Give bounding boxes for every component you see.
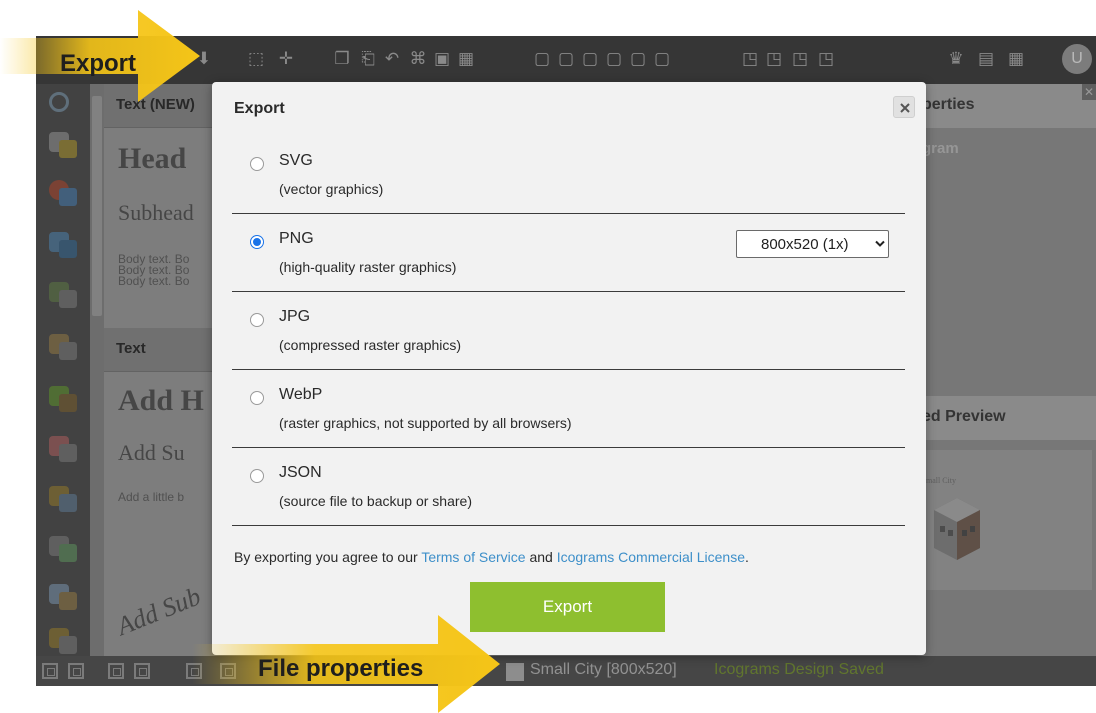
option-name: SVG <box>279 152 313 169</box>
option-description: (high-quality raster graphics) <box>279 259 457 275</box>
option-description: (source file to backup or share) <box>279 493 472 509</box>
size-select[interactable]: 800x520 (1x) <box>736 230 889 258</box>
chevron-down-icon <box>875 240 885 247</box>
export-dialog: Export SVG (vector graphics) PNG (high-q… <box>212 82 926 655</box>
export-button-label: Export <box>542 597 593 616</box>
agree-and: and <box>525 549 557 565</box>
option-name: JPG <box>279 308 311 325</box>
option-name: JSON <box>279 464 322 481</box>
option-name: PNG <box>279 230 314 247</box>
radio-jpg[interactable] <box>250 313 264 327</box>
export-option-json[interactable]: JSON (source file to backup or share) <box>232 448 905 526</box>
dialog-title: Export <box>234 100 285 117</box>
export-callout-label: Export <box>60 50 137 77</box>
agree-prefix: By exporting you agree to our <box>234 549 422 565</box>
radio-png[interactable] <box>250 235 264 249</box>
radio-webp[interactable] <box>250 391 264 405</box>
export-option-png[interactable]: PNG (high-quality raster graphics) 800x5… <box>232 214 905 292</box>
terms-of-service-link[interactable]: Terms of Service <box>421 549 525 565</box>
agree-suffix: . <box>745 549 749 565</box>
close-button[interactable] <box>893 96 915 118</box>
size-select-value: 800x520 (1x) <box>761 236 849 253</box>
terms-agreement: By exporting you agree to our Terms of S… <box>234 549 749 565</box>
file-properties-callout-label: File properties <box>258 655 424 682</box>
close-icon <box>900 103 910 113</box>
export-option-svg[interactable]: SVG (vector graphics) <box>232 136 905 214</box>
commercial-license-link[interactable]: Icograms Commercial License <box>557 549 745 565</box>
export-option-jpg[interactable]: JPG (compressed raster graphics) <box>232 292 905 370</box>
radio-json[interactable] <box>250 469 264 483</box>
option-description: (raster graphics, not supported by all b… <box>279 415 572 431</box>
option-description: (vector graphics) <box>279 181 384 197</box>
option-description: (compressed raster graphics) <box>279 337 462 353</box>
export-option-webp[interactable]: WebP (raster graphics, not supported by … <box>232 370 905 448</box>
screenshot-stage: ⬇ ⬚ ✛ ❐ ⎗ ↶ ⌘ ▣ ▦ ▢ ▢ ▢ ▢ ▢ ▢ ◳ ◳ ◳ ◳ ♛ … <box>0 0 1096 713</box>
radio-svg[interactable] <box>250 157 264 171</box>
option-name: WebP <box>279 386 323 403</box>
